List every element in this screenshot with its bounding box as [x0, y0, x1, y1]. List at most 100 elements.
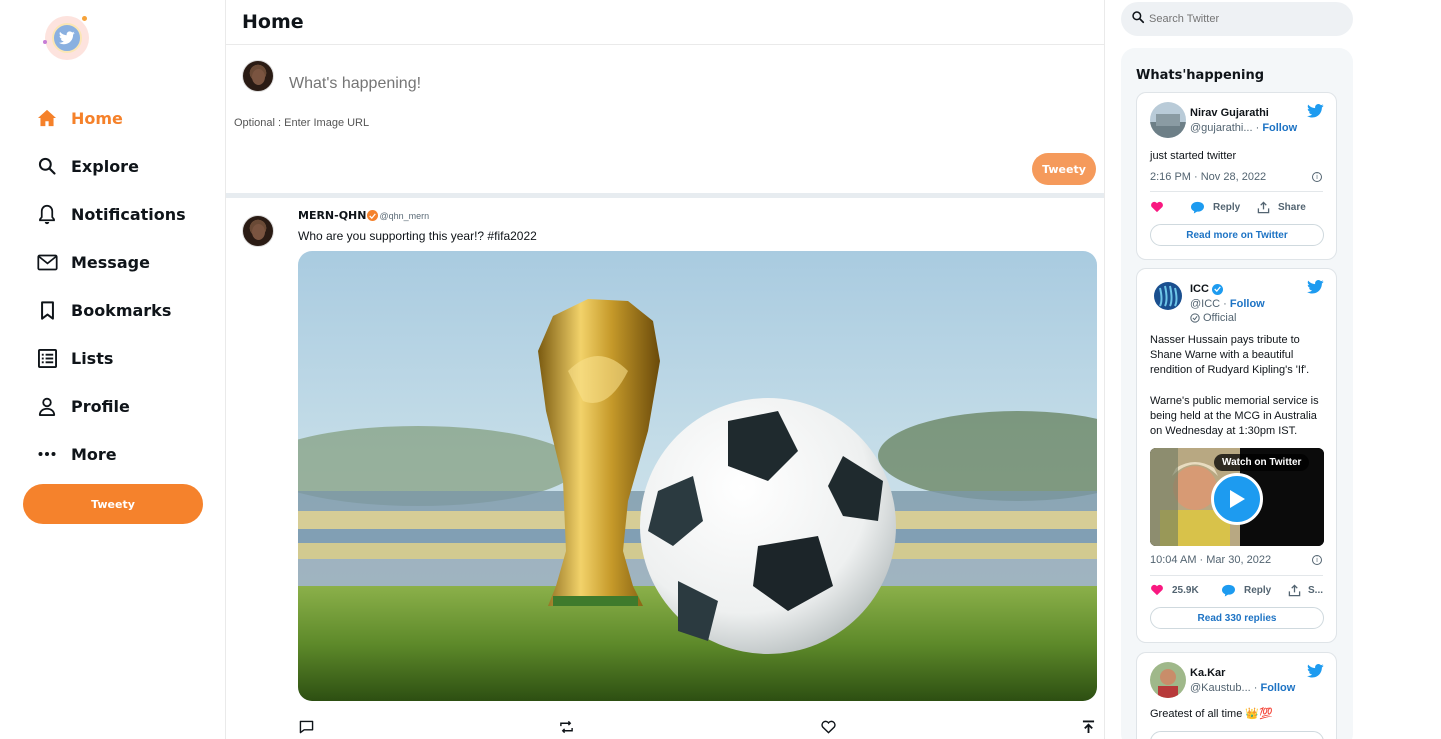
- tweet-text: just started twitter: [1150, 150, 1237, 162]
- play-icon[interactable]: [1211, 473, 1263, 525]
- divider: [1150, 575, 1323, 576]
- compose-input[interactable]: [289, 75, 889, 93]
- reply-button[interactable]: Reply: [1221, 584, 1271, 597]
- share-label: S...: [1308, 585, 1324, 596]
- official-badge-icon: [1190, 313, 1200, 323]
- reply-label: Reply: [1213, 202, 1241, 213]
- post-author-name[interactable]: MERN-QHN: [298, 209, 366, 222]
- reply-label: Reply: [1244, 585, 1272, 596]
- compose-submit-wrapper: Tweety: [1032, 153, 1096, 185]
- like-button[interactable]: [1150, 201, 1164, 213]
- more-icon: [36, 443, 58, 465]
- embedded-tweet-card[interactable]: Ka.Kar @Kaustub... · Follow Greatest of …: [1136, 652, 1337, 739]
- video-thumbnail[interactable]: Watch on Twitter: [1150, 448, 1324, 546]
- author-name[interactable]: Ka.Kar: [1190, 667, 1225, 679]
- main-nav: Home Explore Notifications Message Bookm…: [36, 94, 186, 478]
- reply-icon: [1191, 201, 1204, 214]
- compose-box: Optional : Enter Image URL: [226, 45, 1104, 193]
- tweet-text: Nasser Hussain pays tribute to Shane War…: [1150, 334, 1310, 376]
- embedded-tweet-card[interactable]: Nirav Gujarathi @gujarathi... · Follow j…: [1136, 92, 1337, 260]
- card-button[interactable]: [1150, 731, 1324, 739]
- tweet-timestamp[interactable]: 10:04 AM · Mar 30, 2022: [1150, 554, 1271, 566]
- handle-text: @Kaustub...: [1190, 682, 1251, 694]
- nav-item-message[interactable]: Message: [36, 238, 186, 286]
- twitter-bird-icon[interactable]: [1307, 104, 1324, 123]
- nav-item-label: Bookmarks: [71, 300, 172, 320]
- person-icon: [36, 395, 58, 417]
- list-icon: [36, 347, 58, 369]
- info-icon[interactable]: i: [1312, 555, 1322, 565]
- tweet-text: Warne's public memorial service is being…: [1150, 395, 1319, 437]
- reply-button[interactable]: Reply: [1190, 201, 1240, 214]
- search-bar[interactable]: [1121, 2, 1353, 36]
- nav-item-more[interactable]: More: [36, 430, 186, 478]
- avatar: [242, 215, 274, 247]
- nav-item-profile[interactable]: Profile: [36, 382, 186, 430]
- post-text: Who are you supporting this year!? #fifa…: [298, 229, 537, 243]
- nav-item-label: Lists: [71, 348, 114, 368]
- author-name[interactable]: Nirav Gujarathi: [1190, 107, 1269, 119]
- retweet-icon[interactable]: [558, 719, 574, 735]
- author-name[interactable]: ICC: [1190, 283, 1209, 295]
- handle-text: @ICC: [1190, 298, 1221, 310]
- verified-badge-icon: [367, 210, 379, 221]
- follow-link[interactable]: Follow: [1230, 298, 1265, 310]
- avatar: [242, 60, 274, 92]
- tweet-timestamp[interactable]: 2:16 PM · Nov 28, 2022: [1150, 171, 1266, 183]
- share-icon: [1288, 584, 1301, 597]
- logo[interactable]: [43, 16, 89, 60]
- logo-dot: [43, 40, 47, 44]
- page-title: Home: [242, 11, 304, 33]
- bookmark-icon: [36, 299, 58, 321]
- trophy-and-football-image: [298, 251, 1097, 701]
- search-input[interactable]: [1149, 13, 1339, 25]
- post-image[interactable]: [298, 251, 1097, 701]
- share-icon: [1257, 201, 1270, 214]
- read-replies-button[interactable]: Read 330 replies: [1150, 607, 1324, 629]
- embedded-tweet-card[interactable]: ICC @ICC · Follow Official Nasser Hussai…: [1136, 268, 1337, 643]
- nav-item-bookmarks[interactable]: Bookmarks: [36, 286, 186, 334]
- share-icon[interactable]: [1080, 719, 1096, 735]
- read-more-button[interactable]: Read more on Twitter: [1150, 224, 1324, 246]
- image-url-field[interactable]: Optional : Enter Image URL: [234, 117, 369, 129]
- author-handle: @gujarathi... · Follow: [1190, 122, 1298, 134]
- watch-on-twitter-label[interactable]: Watch on Twitter: [1214, 454, 1310, 471]
- tweet-text: Greatest of all time 👑💯: [1150, 708, 1273, 720]
- official-text: Official: [1203, 312, 1237, 324]
- follow-link[interactable]: Follow: [1260, 682, 1295, 694]
- handle-text: @gujarathi...: [1190, 122, 1253, 134]
- nav-item-home[interactable]: Home: [36, 94, 186, 142]
- logo-dot: [82, 16, 87, 21]
- share-button[interactable]: Share: [1257, 201, 1306, 214]
- tweet-actions: 25.9K Reply S...: [1150, 584, 1325, 600]
- mail-icon: [36, 251, 58, 273]
- comment-icon[interactable]: [298, 719, 314, 735]
- post-author-handle: @qhn_mern: [379, 210, 430, 221]
- panel-title: Whats'happening: [1136, 68, 1265, 83]
- post-actions: [298, 719, 1097, 737]
- heart-icon[interactable]: [820, 719, 836, 735]
- twitter-bird-icon[interactable]: [1307, 280, 1324, 299]
- follow-link[interactable]: Follow: [1262, 122, 1297, 134]
- twitter-bird-icon[interactable]: [1307, 664, 1324, 683]
- nav-item-label: Explore: [71, 156, 139, 176]
- nav-item-notifications[interactable]: Notifications: [36, 190, 186, 238]
- bird-logo-icon: [52, 23, 82, 53]
- whats-happening-panel: Whats'happening Nirav Gujarathi @gujarat…: [1121, 48, 1353, 739]
- share-label: Share: [1278, 202, 1306, 213]
- nav-item-label: Notifications: [71, 204, 186, 224]
- tweety-button[interactable]: Tweety: [23, 484, 203, 524]
- nav-item-lists[interactable]: Lists: [36, 334, 186, 382]
- divider: [226, 193, 1104, 198]
- share-button[interactable]: S...: [1288, 584, 1323, 597]
- nav-item-explore[interactable]: Explore: [36, 142, 186, 190]
- verified-badge-icon: [1211, 283, 1223, 295]
- compose-submit-button[interactable]: Tweety: [1032, 153, 1096, 185]
- nav-item-label: Profile: [71, 396, 130, 416]
- sidebar: Home Explore Notifications Message Bookm…: [0, 0, 225, 739]
- official-label: Official: [1190, 312, 1236, 324]
- info-icon[interactable]: i: [1312, 172, 1322, 182]
- nav-item-label: More: [71, 444, 117, 464]
- icc-logo: [1150, 278, 1186, 314]
- like-button[interactable]: 25.9K: [1150, 584, 1199, 596]
